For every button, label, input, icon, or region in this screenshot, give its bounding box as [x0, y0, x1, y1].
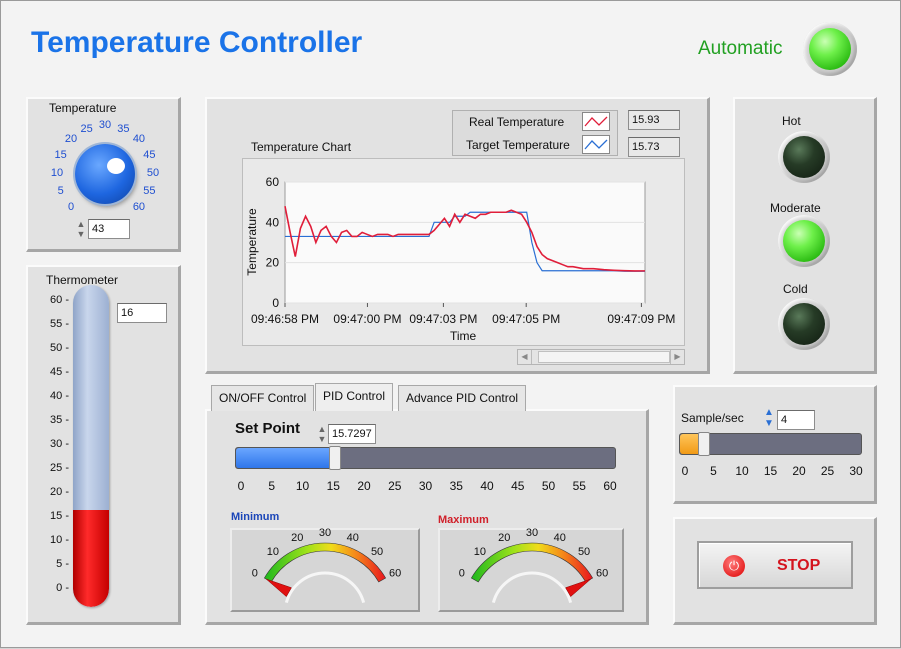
- minimum-gauge-needle: [265, 578, 292, 597]
- sample-tick-label: 0: [681, 464, 689, 478]
- maximum-gauge-tick-label: 20: [498, 532, 510, 544]
- sample-tick-label: 30: [849, 464, 863, 478]
- sample-tick-label: 5: [710, 464, 717, 478]
- maximum-gauge-hub-arc: [491, 571, 573, 604]
- sample-tick-label: 20: [792, 464, 806, 478]
- sample-slider-thumb[interactable]: [698, 432, 711, 456]
- sample-label: Sample/sec: [681, 411, 744, 425]
- maximum-gauge-tick-label: 30: [526, 527, 538, 539]
- maximum-gauge-tick-label: 50: [578, 546, 590, 558]
- maximum-gauge-needle: [565, 578, 592, 597]
- sample-tick-label: 25: [820, 464, 835, 478]
- stop-button-label: STOP: [777, 557, 821, 574]
- power-icon: ⏻: [723, 555, 745, 577]
- maximum-gauge-arc: [470, 542, 594, 583]
- app-window: Temperature Controller Automatic Tempera…: [0, 0, 901, 648]
- minimum-gauge-tick-label: 20: [291, 532, 303, 544]
- stop-button[interactable]: ⏻ STOP: [697, 541, 853, 589]
- maximum-gauge-tick-label: 10: [474, 546, 486, 558]
- sample-spinner[interactable]: ▲ ▼: [762, 407, 776, 431]
- sample-value-field[interactable]: 4: [777, 410, 815, 430]
- maximum-gauge-tick-label: 60: [596, 568, 608, 580]
- maximum-gauge-tick-label: 40: [554, 532, 566, 544]
- minimum-gauge-tick-label: 50: [371, 546, 383, 558]
- sample-tick-label: 10: [735, 464, 749, 478]
- minimum-gauge-tick-label: 0: [252, 568, 258, 580]
- minimum-gauge-arc: [263, 542, 387, 583]
- minimum-gauge-tick-label: 10: [267, 546, 279, 558]
- maximum-gauge-tick-label: 0: [459, 568, 465, 580]
- minimum-gauge-hub-arc: [284, 571, 366, 604]
- minimum-gauge-tick-label: 60: [389, 568, 401, 580]
- sample-slider-track[interactable]: [679, 432, 862, 456]
- minimum-gauge-tick-label: 40: [347, 532, 359, 544]
- minimum-gauge-tick-label: 30: [319, 527, 331, 539]
- sample-tick-label: 15: [763, 464, 778, 478]
